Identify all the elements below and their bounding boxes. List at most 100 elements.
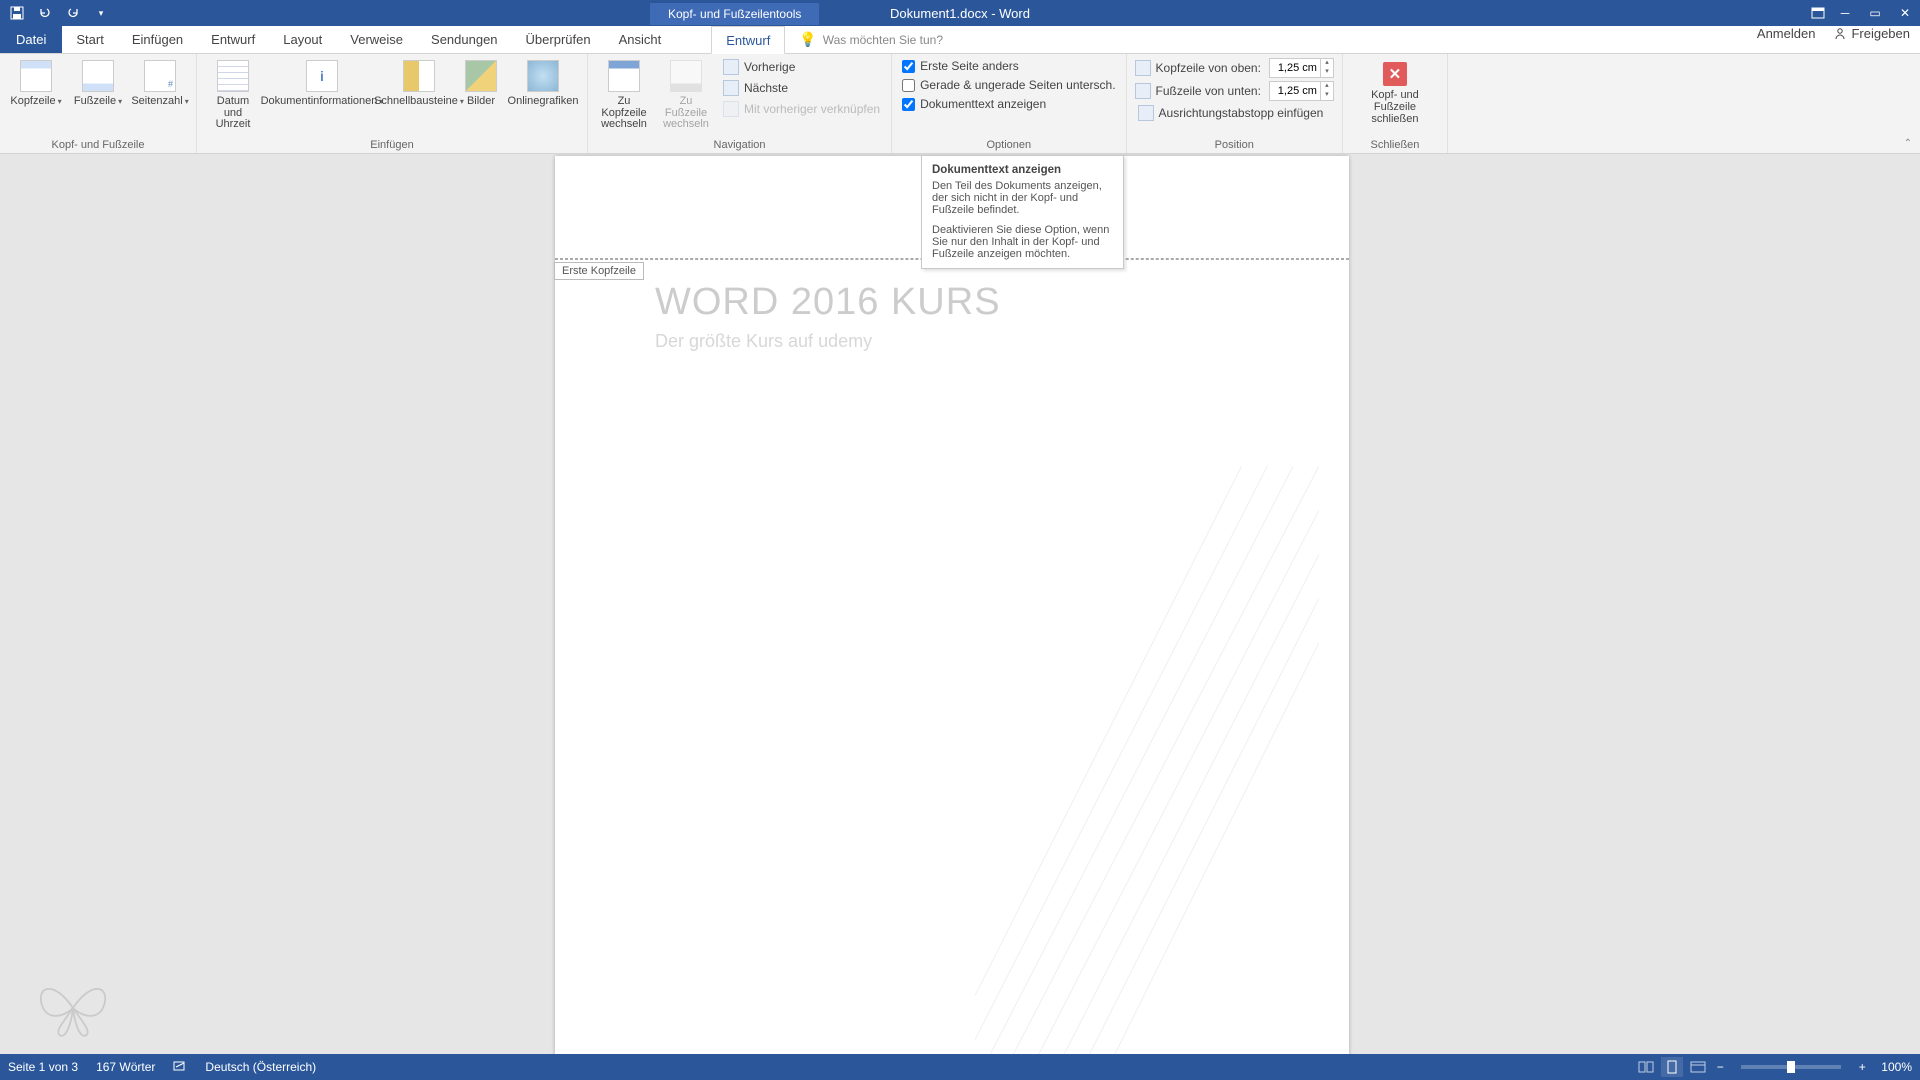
kopfzeile-button[interactable]: Kopfzeile [8,58,64,110]
web-layout-icon[interactable] [1687,1057,1709,1077]
share-button[interactable]: Freigeben [1833,26,1910,41]
bilder-button[interactable]: Bilder [461,58,501,110]
tab-sendungen[interactable]: Sendungen [417,26,512,53]
position-controls: Kopfzeile von oben: ▴▾ Fußzeile von unte… [1135,58,1334,122]
group-options: Erste Seite anders Gerade & ungerade Sei… [892,54,1126,153]
zoom-level[interactable]: 100% [1881,1060,1912,1074]
group-label-position: Position [1135,137,1334,151]
group-close: ✕ Kopf- und Fußzeile schließen Schließen [1343,54,1448,153]
header-from-top-spinner[interactable]: ▴▾ [1269,58,1334,78]
group-label-options: Optionen [900,137,1117,151]
zu-kopfzeile-button[interactable]: Zu Kopfzeile wechseln [596,58,652,133]
header-from-top-label: Kopfzeile von oben: [1156,61,1261,75]
background-watermark-lines [975,466,1319,1054]
onlinegrafiken-button[interactable]: Onlinegrafiken [507,58,579,110]
signin-link[interactable]: Anmelden [1757,26,1816,41]
tab-icon [1138,105,1154,121]
language-indicator[interactable]: Deutsch (Österreich) [205,1060,316,1074]
schnellbausteine-button[interactable]: Schnellbausteine [383,58,455,110]
close-hf-icon: ✕ [1383,62,1407,86]
undo-icon[interactable] [36,4,54,22]
close-header-footer-button[interactable]: ✕ Kopf- und Fußzeile schließen [1351,62,1439,125]
header-from-top-input[interactable] [1270,59,1320,77]
group-label-nav: Navigation [596,137,883,151]
proofing-icon[interactable] [173,1059,187,1076]
collapse-ribbon-icon[interactable]: ⌃ [1904,138,1912,149]
tab-einfuegen[interactable]: Einfügen [118,26,197,53]
ribbon-tabstrip: Datei Start Einfügen Entwurf Layout Verw… [0,26,1920,54]
tab-start[interactable]: Start [62,26,117,53]
print-layout-icon[interactable] [1661,1057,1683,1077]
group-position: Kopfzeile von oben: ▴▾ Fußzeile von unte… [1127,54,1343,153]
spin-up-icon[interactable]: ▴ [1321,82,1333,91]
redo-icon[interactable] [64,4,82,22]
footer-icon [82,60,114,92]
maximize-button[interactable]: ▭ [1860,0,1890,26]
tooltip-title: Dokumenttext anzeigen [932,164,1113,176]
zoom-in-button[interactable]: + [1855,1060,1869,1074]
tab-entwurf-tools[interactable]: Entwurf [711,26,785,54]
zoom-out-button[interactable]: − [1713,1060,1727,1074]
word-count[interactable]: 167 Wörter [96,1060,155,1074]
tooltip-text1: Den Teil des Dokuments anzeigen, der sic… [932,180,1113,216]
minimize-button[interactable]: ─ [1830,0,1860,26]
tab-ansicht[interactable]: Ansicht [605,26,676,53]
zoom-thumb[interactable] [1787,1061,1795,1073]
date-icon [217,60,249,92]
group-insert: Datum und Uhrzeit iDokumentinformationen… [197,54,588,153]
page-indicator[interactable]: Seite 1 von 3 [8,1060,78,1074]
spin-down-icon[interactable]: ▾ [1321,68,1333,77]
insert-alignment-tab-button[interactable]: Ausrichtungstabstopp einfügen [1135,104,1334,122]
first-header-tag: Erste Kopfzeile [554,262,644,280]
share-label: Freigeben [1851,26,1910,41]
next-icon [723,80,739,96]
tell-me-search[interactable]: 💡Was möchten Sie tun? [799,26,943,53]
tooltip-text2: Deaktivieren Sie diese Option, wenn Sie … [932,224,1113,260]
link-icon [723,101,739,117]
show-document-text-checkbox[interactable]: Dokumenttext anzeigen [900,96,1117,112]
footer-from-bottom-input[interactable] [1270,82,1320,100]
group-header-footer: Kopfzeile Fußzeile #Seitenzahl Kopf- und… [0,54,197,153]
footer-from-bottom-spinner[interactable]: ▴▾ [1269,81,1334,101]
link-previous-button: Mit vorheriger verknüpfen [720,100,883,118]
header-from-top-row: Kopfzeile von oben: ▴▾ [1135,58,1334,78]
header-icon [20,60,52,92]
vorherige-button[interactable]: Vorherige [720,58,883,76]
naechste-button[interactable]: Nächste [720,79,883,97]
docinfo-button[interactable]: iDokumentinformationen [267,58,377,110]
butterfly-watermark-icon [28,954,118,1044]
group-navigation: Zu Kopfzeile wechseln Zu Fußzeile wechse… [588,54,892,153]
spin-up-icon[interactable]: ▴ [1321,59,1333,68]
odd-even-different-checkbox[interactable]: Gerade & ungerade Seiten untersch. [900,77,1117,93]
goto-footer-icon [670,60,702,92]
read-mode-icon[interactable] [1635,1057,1657,1077]
spin-down-icon[interactable]: ▾ [1321,91,1333,100]
zoom-slider[interactable] [1741,1065,1841,1069]
fusszeile-button[interactable]: Fußzeile [70,58,126,110]
file-tab[interactable]: Datei [0,26,62,53]
ribbon-display-options-icon[interactable] [1806,0,1830,26]
tell-me-placeholder: Was möchten Sie tun? [823,33,943,47]
qat-more-icon[interactable]: ▾ [92,4,110,22]
zu-fusszeile-button[interactable]: Zu Fußzeile wechseln [658,58,714,133]
tab-verweise[interactable]: Verweise [336,26,417,53]
first-page-different-checkbox[interactable]: Erste Seite anders [900,58,1117,74]
tab-entwurf-main[interactable]: Entwurf [197,26,269,53]
quick-access-toolbar: ▾ [0,4,118,22]
document-area[interactable]: Erste Kopfzeile WORD 2016 KURS Der größt… [0,154,1920,1054]
group-label-close: Schließen [1351,137,1439,151]
group-label-hf: Kopf- und Fußzeile [8,137,188,151]
datum-button[interactable]: Datum und Uhrzeit [205,58,261,133]
group-label-insert: Einfügen [205,137,579,151]
ribbon: Kopfzeile Fußzeile #Seitenzahl Kopf- und… [0,54,1920,154]
document-title-text: WORD 2016 KURS [655,281,1001,324]
footer-from-bottom-row: Fußzeile von unten: ▴▾ [1135,81,1334,101]
save-icon[interactable] [8,4,26,22]
nav-small-buttons: Vorherige Nächste Mit vorheriger verknüp… [720,58,883,118]
page[interactable]: Erste Kopfzeile WORD 2016 KURS Der größt… [555,156,1349,1054]
close-button[interactable]: ✕ [1890,0,1920,26]
seitenzahl-button[interactable]: #Seitenzahl [132,58,188,110]
contextual-tab-header: Kopf- und Fußzeilentools [650,1,819,25]
tab-ueberpruefen[interactable]: Überprüfen [512,26,605,53]
tab-layout[interactable]: Layout [269,26,336,53]
